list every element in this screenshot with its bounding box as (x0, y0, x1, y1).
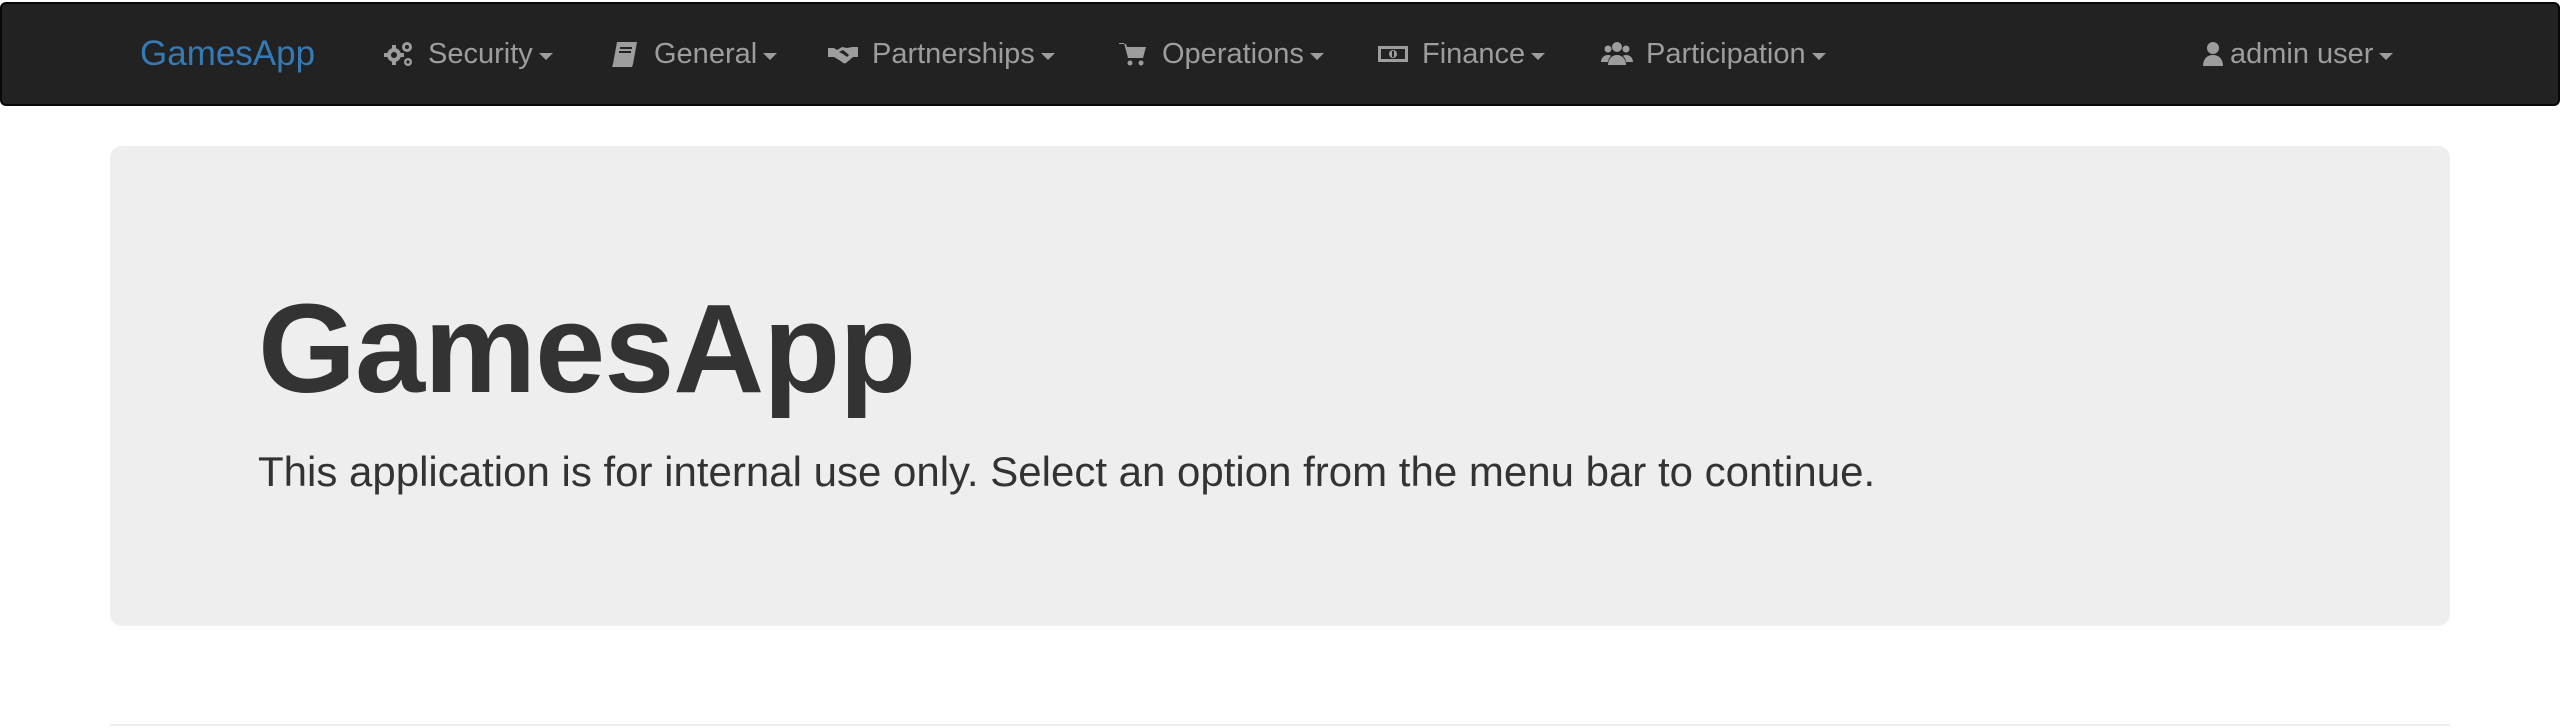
nav-dropdown-general[interactable]: General (608, 4, 778, 104)
money-icon (1376, 37, 1410, 71)
cogs-icon (382, 37, 416, 71)
top-navbar: GamesApp Security General Partnerships O… (0, 2, 2560, 106)
caret-down-icon (763, 52, 778, 60)
nav-dropdown-partnerships[interactable]: Partnerships (826, 4, 1055, 104)
intro-text: This application is for internal use onl… (258, 448, 1876, 495)
page-title: GamesApp (258, 278, 916, 419)
caret-down-icon (1040, 52, 1055, 60)
nav-dropdown-security[interactable]: Security (382, 4, 553, 104)
caret-down-icon (1309, 52, 1324, 60)
nav-label-operations: Operations (1162, 37, 1304, 70)
nav-label-participation: Participation (1646, 37, 1806, 70)
caret-down-icon (538, 52, 553, 60)
nav-label-partnerships: Partnerships (872, 37, 1035, 70)
caret-down-icon (2379, 52, 2394, 60)
user-icon (2202, 37, 2224, 71)
divider (110, 724, 2450, 726)
nav-label-finance: Finance (1422, 37, 1526, 70)
book-icon (608, 37, 642, 71)
caret-down-icon (1811, 52, 1826, 60)
nav-label-general: General (654, 37, 758, 70)
brand-link[interactable]: GamesApp (140, 4, 315, 104)
nav-dropdown-participation[interactable]: Participation (1600, 4, 1826, 104)
nav-dropdown-user[interactable]: admin user (2202, 4, 2394, 104)
nav-label-user: admin user (2230, 37, 2374, 70)
jumbotron: GamesApp This application is for interna… (110, 146, 2450, 626)
shopping-cart-icon (1116, 37, 1150, 71)
handshake-icon (826, 37, 860, 71)
caret-down-icon (1531, 52, 1546, 60)
nav-label-security: Security (428, 37, 533, 70)
users-icon (1600, 37, 1634, 71)
nav-dropdown-operations[interactable]: Operations (1116, 4, 1324, 104)
nav-dropdown-finance[interactable]: Finance (1376, 4, 1546, 104)
